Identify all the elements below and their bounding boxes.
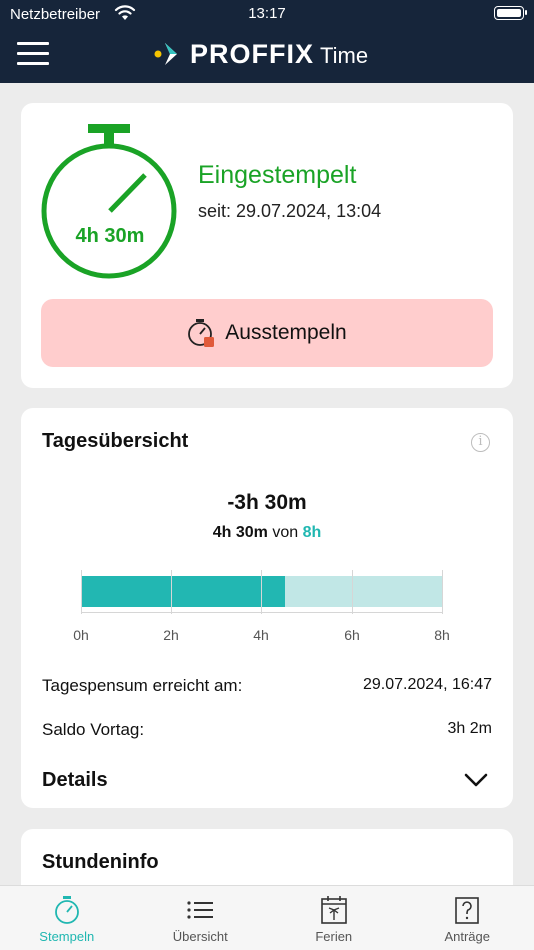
grid-line (352, 570, 353, 614)
clock-status: Eingestempelt (198, 161, 357, 189)
grid-line (171, 570, 172, 614)
app-header: Netzbetreiber 13:17 PROFFIX Time (0, 0, 534, 83)
app-logo: PROFFIX Time (154, 38, 368, 70)
hours-info-title: Stundeninfo (42, 851, 159, 873)
axis-tick-label: 8h (434, 627, 450, 643)
stopwatch-stop-icon (188, 319, 215, 347)
elapsed-time: 4h 30m (75, 225, 145, 247)
question-document-icon (455, 897, 480, 924)
tab-label: Anträge (444, 929, 491, 944)
progress-bar-fill (81, 576, 285, 607)
day-overview-card: Tagesübersicht i -3h 30m 4h 30m von 8h 0… (21, 408, 513, 808)
grid-line (261, 570, 262, 614)
axis-tick-label: 2h (163, 627, 179, 643)
day-overview-title: Tagesübersicht (42, 430, 189, 452)
target-time: 8h (302, 524, 322, 541)
day-balance: -3h 30m (227, 491, 307, 514)
target-reached-value: 29.07.2024, 16:47 (362, 676, 492, 693)
tab-bar: Stempeln Übersicht Ferien Anträge (0, 885, 534, 950)
target-reached-label: Tagespensum erreicht am: (42, 676, 243, 695)
tab-antraege[interactable]: Anträge (401, 886, 534, 950)
stopwatch-icon (41, 124, 177, 279)
hamburger-menu-button[interactable] (17, 42, 49, 66)
progress-of: von (272, 524, 299, 541)
proffix-logo-icon (154, 43, 177, 65)
clock-since: seit: 29.07.2024, 13:04 (198, 201, 382, 221)
worked-time: 4h 30m (212, 524, 268, 541)
progress-bar (81, 576, 443, 607)
clock-out-button[interactable]: Ausstempeln (41, 299, 493, 367)
chevron-down-icon[interactable] (464, 772, 488, 788)
progress-summary: 4h 30m von 8h (21, 524, 513, 542)
calendar-palm-icon (320, 896, 347, 924)
stopwatch-display: 4h 30m (41, 121, 179, 281)
tab-label: Ferien (315, 929, 353, 944)
tab-label: Stempeln (39, 929, 95, 944)
grid-line (442, 570, 443, 614)
previous-balance-value: 3h 2m (447, 720, 492, 737)
clock-out-label: Ausstempeln (225, 321, 347, 344)
tab-uebersicht[interactable]: Übersicht (134, 886, 268, 950)
brand-name: PROFFIX (190, 38, 315, 69)
axis-tick-label: 4h (253, 627, 269, 643)
details-toggle-label[interactable]: Details (42, 769, 108, 792)
status-time: 13:17 (248, 5, 286, 22)
battery-icon (494, 6, 527, 20)
stopwatch-icon (54, 896, 79, 924)
grid-line (81, 570, 82, 614)
brand-subtitle: Time (320, 43, 369, 68)
axis-tick-label: 0h (73, 627, 89, 643)
axis-line (81, 612, 443, 613)
tab-stempeln[interactable]: Stempeln (0, 886, 134, 950)
time-clock-card: 4h 30m Eingestempelt seit: 29.07.2024, 1… (21, 103, 513, 388)
status-bar: Netzbetreiber 13:17 (0, 0, 534, 28)
previous-balance-label: Saldo Vortag: (42, 720, 145, 739)
tab-label: Übersicht (172, 929, 228, 944)
axis-tick-label: 6h (344, 627, 360, 643)
tab-ferien[interactable]: Ferien (267, 886, 401, 950)
list-icon (187, 901, 214, 919)
info-icon[interactable]: i (471, 433, 490, 452)
